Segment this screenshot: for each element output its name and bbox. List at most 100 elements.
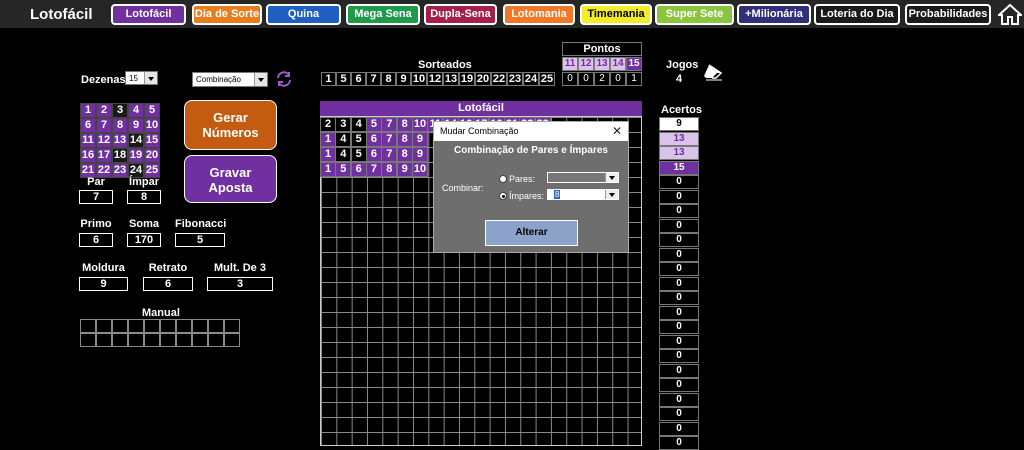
combinacao-value: Combinação <box>196 75 241 84</box>
number-cell[interactable]: 12 <box>96 133 112 148</box>
pontos-value-cell: 0 <box>610 72 626 86</box>
manual-cell[interactable] <box>208 333 224 347</box>
dezenas-select[interactable]: 15 <box>125 71 158 85</box>
menu-button-0[interactable]: Lotofácil <box>111 4 186 25</box>
acertos-cell: 0 <box>659 407 699 421</box>
game-cell: 4 <box>350 117 367 132</box>
menu-button-6[interactable]: Timemania <box>580 4 652 25</box>
sorteado-cell: 22 <box>491 72 507 86</box>
game-cell: 8 <box>381 162 398 177</box>
pontos-value-cell: 0 <box>562 72 578 86</box>
manual-cell[interactable] <box>96 333 112 347</box>
mult3-label: Mult. De 3 <box>214 262 266 274</box>
acertos-cell: 0 <box>659 233 699 247</box>
manual-cell[interactable] <box>176 319 192 333</box>
manual-cell[interactable] <box>144 319 160 333</box>
acertos-cell: 15 <box>659 160 699 175</box>
manual-cell[interactable] <box>80 333 96 347</box>
number-cell[interactable]: 6 <box>80 118 96 133</box>
sorteados-label: Sorteados <box>418 59 472 71</box>
combinar-label: Combinar: <box>442 183 484 193</box>
menu-button-10[interactable]: Probabilidades <box>905 4 991 25</box>
game-cell: 10 <box>411 117 428 132</box>
number-cell[interactable]: 16 <box>80 148 96 163</box>
manual-cell[interactable] <box>96 319 112 333</box>
game-cell: 6 <box>365 147 382 162</box>
close-icon[interactable]: ✕ <box>612 124 622 138</box>
sorteado-cell: 9 <box>396 72 411 86</box>
alterar-button[interactable]: Alterar <box>485 220 578 246</box>
manual-cell[interactable] <box>224 319 240 333</box>
menu-button-2[interactable]: Quina <box>266 4 341 25</box>
number-cell[interactable]: 5 <box>144 103 160 118</box>
combinacao-select[interactable]: Combinação <box>192 72 268 87</box>
pontos-header-cell: 12 <box>578 57 594 71</box>
game-cell: 8 <box>396 117 413 132</box>
gravar-aposta-line2: Aposta <box>208 180 253 195</box>
pares-select[interactable] <box>547 172 619 183</box>
pontos-value-cell: 0 <box>578 72 594 86</box>
home-icon[interactable] <box>998 3 1022 25</box>
number-cell[interactable]: 18 <box>112 148 128 163</box>
eraser-icon[interactable] <box>703 63 723 81</box>
number-cell[interactable]: 23 <box>112 163 128 178</box>
manual-cell[interactable] <box>144 333 160 347</box>
manual-cell[interactable] <box>192 333 208 347</box>
number-cell[interactable]: 15 <box>144 133 160 148</box>
primo-box: Primo 6 <box>79 218 113 247</box>
game-cell: 9 <box>411 147 428 162</box>
moldura-value: 9 <box>79 277 128 291</box>
number-cell[interactable]: 3 <box>112 103 128 118</box>
number-cell[interactable]: 8 <box>112 118 128 133</box>
gravar-aposta-button[interactable]: Gravar Aposta <box>184 155 277 203</box>
acertos-cell: 13 <box>659 131 699 146</box>
gerar-numeros-button[interactable]: Gerar Números <box>184 100 277 150</box>
number-cell[interactable]: 2 <box>96 103 112 118</box>
number-cell[interactable]: 10 <box>144 118 160 133</box>
number-cell[interactable]: 4 <box>128 103 144 118</box>
menu-button-4[interactable]: Dupla-Sena <box>424 4 497 25</box>
fibonacci-box: Fibonacci 5 <box>175 218 226 247</box>
number-cell[interactable]: 17 <box>96 148 112 163</box>
menu-button-9[interactable]: Loteria do Dia <box>814 4 900 25</box>
manual-cell[interactable] <box>160 333 176 347</box>
impares-radio[interactable] <box>499 192 507 200</box>
sorteado-cell: 6 <box>351 72 366 86</box>
impares-select[interactable]: 8 <box>547 189 619 200</box>
manual-cell[interactable] <box>128 333 144 347</box>
gerar-numeros-line2: Números <box>202 125 259 140</box>
number-cell[interactable]: 13 <box>112 133 128 148</box>
refresh-icon[interactable] <box>275 70 293 88</box>
manual-cell[interactable] <box>176 333 192 347</box>
menu-button-5[interactable]: Lotomania <box>503 4 575 25</box>
number-cell[interactable]: 9 <box>128 118 144 133</box>
game-cell: 5 <box>350 147 367 162</box>
menu-button-7[interactable]: Super Sete <box>655 4 734 25</box>
manual-cell[interactable] <box>160 319 176 333</box>
fibonacci-value: 5 <box>175 233 225 247</box>
acertos-cell: 9 <box>659 117 699 131</box>
manual-cell[interactable] <box>112 333 128 347</box>
manual-cell[interactable] <box>128 319 144 333</box>
game-cell: 4 <box>335 132 352 147</box>
menu-button-1[interactable]: Dia de Sorte <box>192 4 262 25</box>
number-cell[interactable]: 20 <box>144 148 160 163</box>
number-cell[interactable]: 14 <box>128 133 144 148</box>
manual-cell[interactable] <box>80 319 96 333</box>
number-cell[interactable]: 7 <box>96 118 112 133</box>
manual-cell[interactable] <box>192 319 208 333</box>
number-cell[interactable]: 11 <box>80 133 96 148</box>
manual-cell[interactable] <box>208 319 224 333</box>
game-cell: 4 <box>335 147 352 162</box>
manual-cell[interactable] <box>112 319 128 333</box>
sorteado-cell: 1 <box>321 72 336 86</box>
game-cell: 7 <box>381 147 398 162</box>
acertos-cell: 0 <box>659 218 699 233</box>
number-cell[interactable]: 19 <box>128 148 144 163</box>
par-box: Par 7 <box>79 176 113 204</box>
menu-button-8[interactable]: +Milionária <box>737 4 811 25</box>
menu-button-3[interactable]: Mega Sena <box>346 4 420 25</box>
manual-cell[interactable] <box>224 333 240 347</box>
number-cell[interactable]: 1 <box>80 103 96 118</box>
pares-radio[interactable] <box>499 175 507 183</box>
